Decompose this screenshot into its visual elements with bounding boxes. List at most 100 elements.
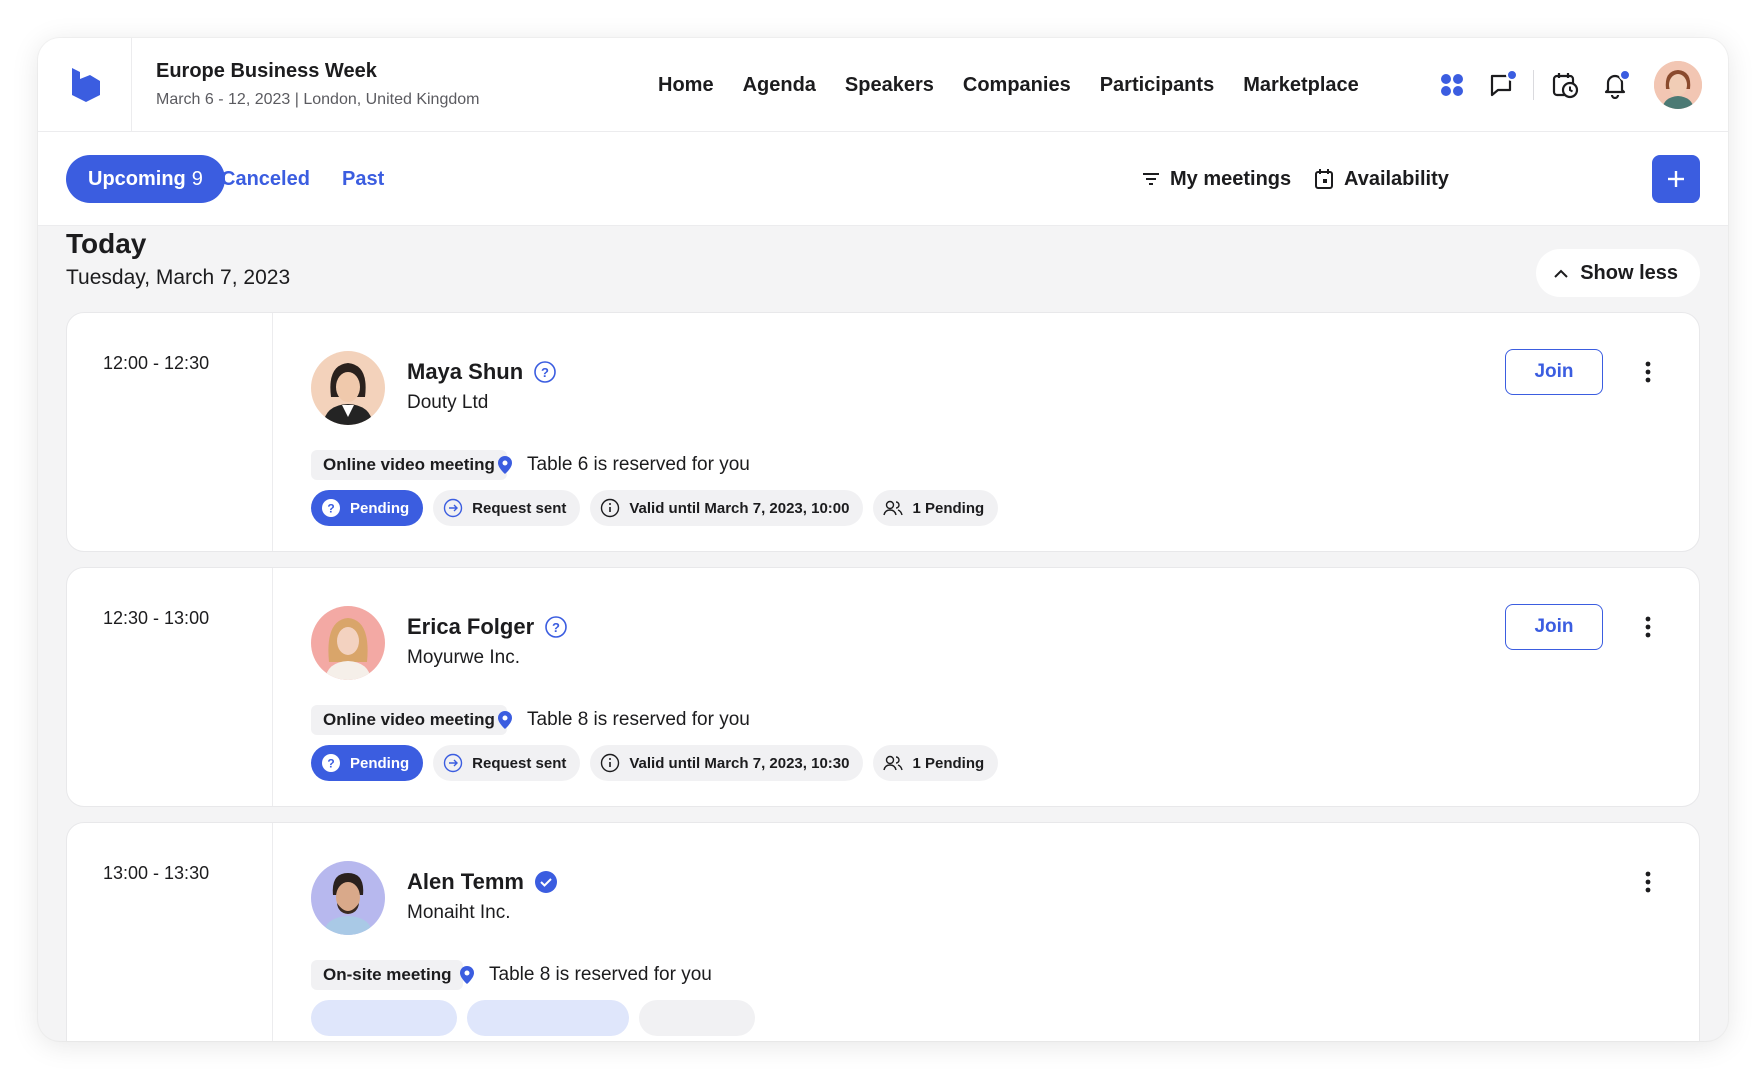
- meetings-toolbar: Upcoming 9 Canceled Past My meetings Ava…: [38, 132, 1728, 226]
- tab-upcoming[interactable]: Upcoming 9: [66, 155, 225, 203]
- info-circle-icon: [601, 753, 620, 773]
- user-avatar[interactable]: [1654, 61, 1702, 109]
- brand-logo-icon: [71, 68, 100, 102]
- section-title: Today: [66, 228, 147, 259]
- meeting-time: 12:30 - 13:00: [103, 608, 210, 628]
- status-chips: ? Pending Request sent Valid until March…: [311, 490, 999, 526]
- participant-name: Maya Shun: [407, 359, 524, 384]
- calendar-clock-button[interactable]: [1548, 68, 1582, 102]
- svg-text:?: ?: [327, 757, 334, 771]
- more-options-button[interactable]: [1633, 357, 1663, 387]
- table-info: Table 6 is reserved for you: [497, 450, 750, 480]
- tab-upcoming-label: Upcoming: [88, 167, 186, 190]
- notification-dot: [1619, 69, 1631, 81]
- users-icon: [883, 500, 904, 516]
- status-chips: [311, 1000, 755, 1036]
- availability-button[interactable]: Availability: [1314, 155, 1449, 203]
- show-less-button[interactable]: Show less: [1536, 249, 1700, 297]
- time-column: 13:00 - 13:30: [67, 823, 273, 1041]
- calendar-clock-icon: [1552, 73, 1579, 99]
- meeting-time: 12:00 - 12:30: [103, 353, 210, 373]
- status-chip-partial: [311, 1000, 457, 1036]
- nav-speakers[interactable]: Speakers: [845, 74, 934, 97]
- notifications-button[interactable]: [1598, 68, 1632, 102]
- participant-photo-icon: [311, 606, 385, 680]
- add-meeting-button[interactable]: [1652, 155, 1700, 203]
- user-avatar-icon: [1654, 61, 1702, 109]
- logo[interactable]: [38, 38, 132, 132]
- filter-icon: [1143, 173, 1159, 185]
- table-reservation: Table 6 is reserved for you: [527, 454, 750, 475]
- plus-icon: [1668, 171, 1684, 187]
- status-chip-valid-until: Valid until March 7, 2023, 10:30: [590, 745, 864, 781]
- question-circle-icon: ?: [534, 361, 556, 383]
- participant-avatar[interactable]: [311, 861, 385, 935]
- time-column: 12:30 - 13:00: [67, 568, 273, 806]
- table-info: Table 8 is reserved for you: [459, 960, 712, 990]
- status-chip-pending: ? Pending: [311, 745, 424, 781]
- calendar-icon: [1315, 169, 1333, 189]
- time-column: 12:00 - 12:30: [67, 313, 273, 551]
- join-button[interactable]: Join: [1505, 604, 1603, 650]
- participant-company: Douty Ltd: [407, 392, 489, 413]
- participant-company: Monaiht Inc.: [407, 902, 511, 923]
- table-info: Table 8 is reserved for you: [497, 705, 750, 735]
- apps-button[interactable]: [1435, 68, 1469, 102]
- participant-avatar[interactable]: [311, 606, 385, 680]
- status-chip-request-sent: Request sent: [433, 745, 581, 781]
- more-options-button[interactable]: [1633, 612, 1663, 642]
- arrow-right-circle-icon: [443, 498, 463, 518]
- more-options-button[interactable]: [1633, 867, 1663, 897]
- chat-button[interactable]: [1485, 68, 1519, 102]
- location-pin-icon: [498, 456, 512, 474]
- svg-text:?: ?: [327, 502, 334, 516]
- nav-companies[interactable]: Companies: [963, 74, 1071, 97]
- chevron-up-icon: [1554, 269, 1568, 278]
- status-chip-pending: ? Pending: [311, 490, 424, 526]
- more-vertical-icon: [1645, 871, 1651, 893]
- tab-upcoming-count: 9: [191, 167, 203, 190]
- verified-check-icon: [534, 871, 557, 893]
- participant-name: Alen Temm: [407, 869, 524, 894]
- tab-canceled[interactable]: Canceled: [221, 155, 310, 203]
- availability-label: Availability: [1344, 167, 1449, 190]
- status-chip-participants: 1 Pending: [873, 745, 999, 781]
- question-circle-icon: ?: [545, 616, 567, 638]
- tab-past[interactable]: Past: [342, 155, 384, 203]
- question-circle-icon: ?: [322, 754, 340, 772]
- join-button[interactable]: Join: [1505, 349, 1603, 395]
- top-header: Europe Business Week March 6 - 12, 2023 …: [38, 38, 1728, 132]
- table-reservation: Table 8 is reserved for you: [489, 964, 712, 985]
- header-actions: [1435, 38, 1702, 132]
- participant-name: Erica Folger: [407, 614, 535, 639]
- meeting-type-badge: On-site meeting: [311, 960, 464, 990]
- nav-marketplace[interactable]: Marketplace: [1243, 74, 1359, 97]
- nav-agenda[interactable]: Agenda: [743, 74, 816, 97]
- header-divider: [1533, 70, 1534, 100]
- show-less-label: Show less: [1580, 261, 1678, 284]
- arrow-right-circle-icon: [443, 753, 463, 773]
- apps-icon: [1441, 74, 1463, 96]
- question-circle-icon: ?: [322, 499, 340, 517]
- status-chip-request-sent: Request sent: [433, 490, 581, 526]
- participant-company: Moyurwe Inc.: [407, 647, 520, 668]
- my-meetings-filter-button[interactable]: My meetings: [1142, 155, 1291, 203]
- participant-name-row: Maya Shun ?: [407, 359, 557, 385]
- svg-text:?: ?: [541, 365, 549, 380]
- nav-home[interactable]: Home: [658, 74, 714, 97]
- status-chips: ? Pending Request sent Valid until March…: [311, 745, 999, 781]
- location-pin-icon: [460, 966, 474, 984]
- participant-photo-icon: [311, 861, 385, 935]
- participant-avatar[interactable]: [311, 351, 385, 425]
- nav-participants[interactable]: Participants: [1100, 74, 1214, 97]
- meeting-card: 12:00 - 12:30 Maya Shun ? Douty Ltd Onli…: [66, 312, 1700, 552]
- meeting-time: 13:00 - 13:30: [103, 863, 210, 883]
- svg-text:?: ?: [552, 620, 560, 635]
- status-chip-valid-until: Valid until March 7, 2023, 10:00: [590, 490, 864, 526]
- users-icon: [883, 755, 904, 771]
- participant-name-row: Alen Temm: [407, 869, 558, 895]
- info-circle-icon: [601, 498, 620, 518]
- status-chip-participants: 1 Pending: [873, 490, 999, 526]
- participant-name-row: Erica Folger ?: [407, 614, 568, 640]
- event-title: Europe Business Week: [156, 60, 377, 82]
